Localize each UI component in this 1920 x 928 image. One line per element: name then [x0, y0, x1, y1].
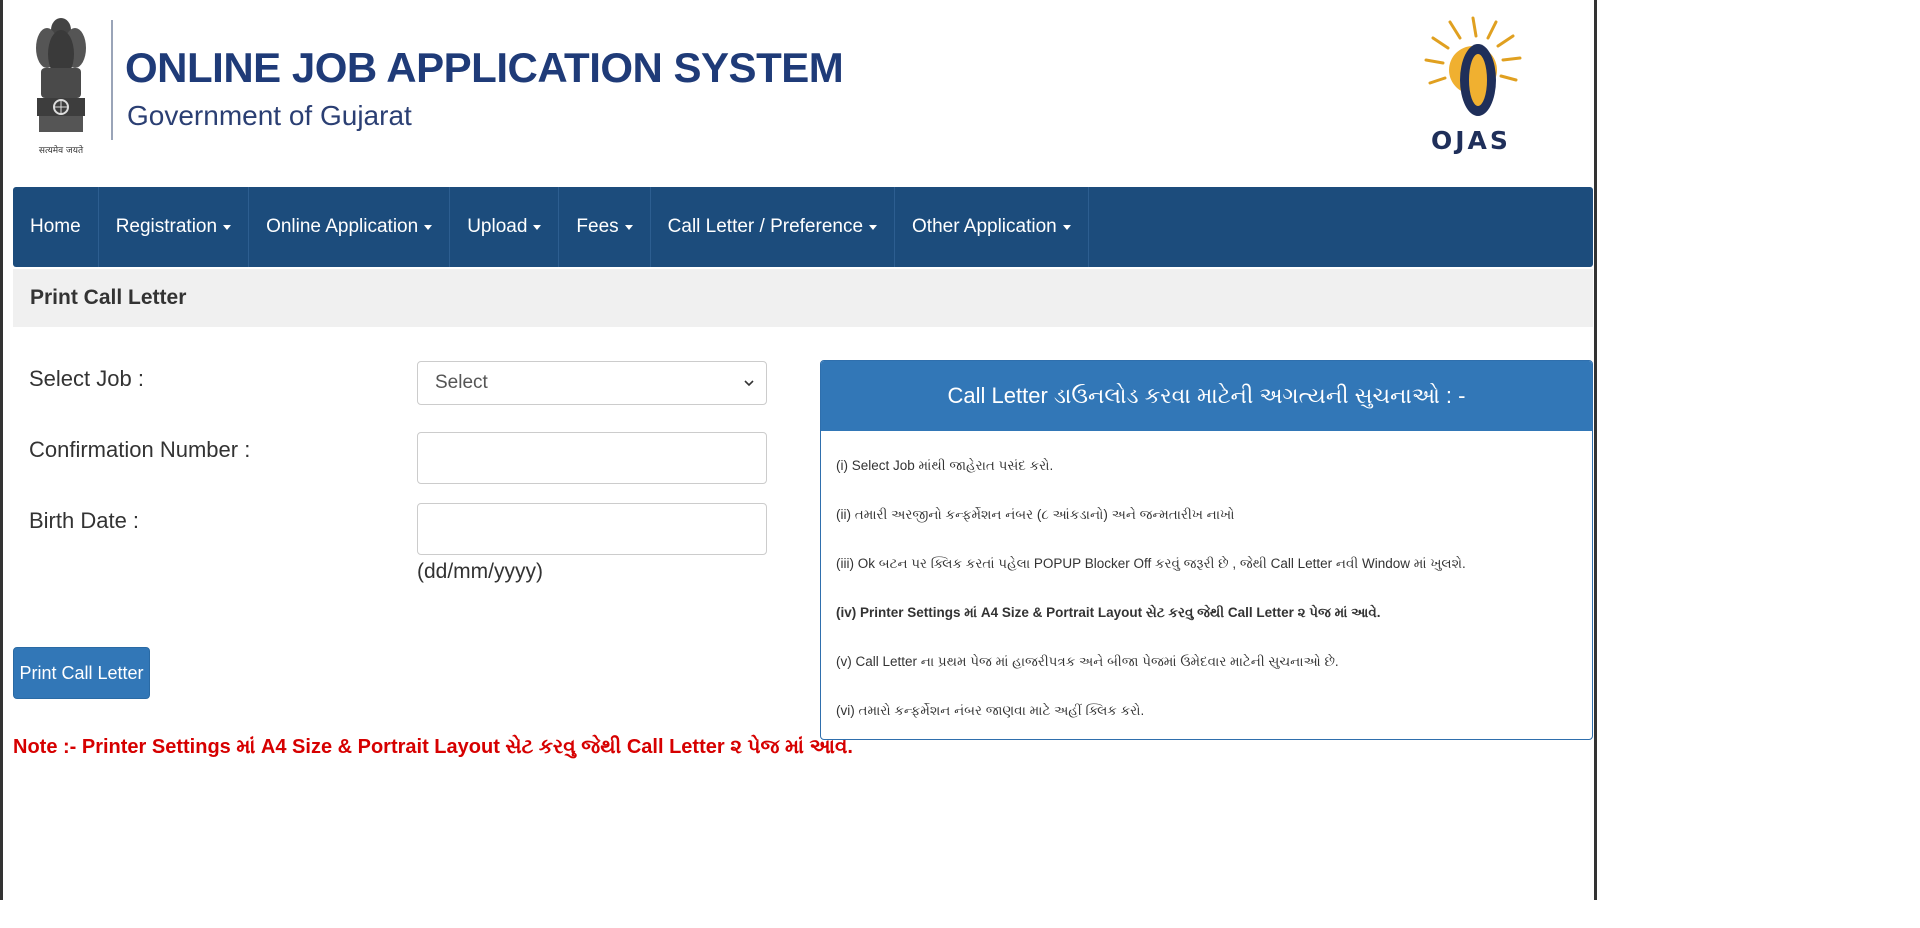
instructions-panel: Call Letter ડાઉનલોડ કરવા માટેની અગત્યની … [820, 360, 1593, 740]
nav-item-label: Other Application [912, 216, 1057, 237]
caret-down-icon [424, 224, 433, 230]
instructions-list: (i) Select Job માંથી જાહેરાત પસંદ કરો. (i… [821, 431, 1592, 739]
caret-down-icon [624, 224, 633, 230]
caret-down-icon [223, 224, 232, 230]
nav-item-label: Online Application [266, 216, 419, 237]
select-job-value: Select [435, 372, 488, 393]
instructions-panel-title: Call Letter ડાઉનલોડ કરવા માટેની અગત્યની … [821, 361, 1592, 431]
instruction-item: (iv) Printer Settings માં A4 Size & Port… [836, 605, 1381, 620]
emblem-motto: सत्यमेव जयते [39, 144, 84, 156]
nav-item-other-application[interactable]: Other Application [895, 187, 1089, 267]
nav-item-label: Fees [576, 216, 619, 237]
birth-date-label: Birth Date : [29, 508, 140, 533]
print-call-letter-button[interactable]: Print Call Letter [13, 647, 150, 699]
birth-date-input[interactable] [417, 503, 767, 555]
nav-item-label: Home [30, 216, 81, 237]
nav-item-home[interactable]: Home [13, 187, 99, 267]
birth-date-format-hint: (dd/mm/yyyy) [417, 560, 543, 583]
instruction-item: (iii) Ok બટન પર ક્લિક કરતાં પહેલા POPUP … [836, 556, 1466, 571]
select-job-label: Select Job : [29, 366, 144, 391]
instruction-item: (ii) તમારી અરજીનો કન્ફર્મેશન નંબર (૮ આંક… [836, 507, 1235, 522]
caret-down-icon [869, 224, 878, 230]
nav-item-label: Registration [115, 216, 218, 237]
header-divider [111, 20, 113, 140]
national-emblem-icon: सत्यमेव जयते [36, 18, 86, 156]
site-title: ONLINE JOB APPLICATION SYSTEM [125, 44, 844, 91]
select-job-dropdown[interactable]: Select [417, 361, 767, 405]
caret-down-icon [533, 224, 542, 230]
printer-note: Note :- Printer Settings માં A4 Size & P… [13, 736, 853, 758]
confirmation-number-label: Confirmation Number : [29, 437, 251, 462]
confirmation-number-input[interactable] [417, 432, 767, 484]
nav-item-online-application[interactable]: Online Application [249, 187, 451, 267]
nav-item-registration[interactable]: Registration [99, 187, 250, 267]
nav-item-label: Call Letter / Preference [667, 216, 864, 237]
nav-item-label: Upload [467, 216, 528, 237]
site-header: सत्यमेव जयते ONLINE JOB APPLICATION SYST… [3, 0, 1594, 185]
caret-down-icon [1062, 224, 1071, 230]
nav-item-upload[interactable]: Upload [450, 187, 560, 267]
main-navbar: Home Registration Online Application Upload… [13, 187, 1593, 267]
section-header: Print Call Letter [13, 269, 1593, 327]
site-subtitle: Government of Gujarat [127, 100, 412, 131]
nav-item-fees[interactable]: Fees [559, 187, 651, 267]
page-frame: सत्यमेव जयते ONLINE JOB APPLICATION SYST… [0, 0, 1597, 900]
page-title: Print Call Letter [30, 286, 187, 309]
chevron-down-icon [744, 380, 754, 387]
instruction-item: (i) Select Job માંથી જાહેરાત પસંદ કરો. [836, 458, 1054, 473]
instruction-item[interactable]: (vi) તમારો કન્ફર્મેશન નંબર જાણવા માટે અહ… [836, 694, 1592, 739]
ojas-logo-text: OJAS [1431, 126, 1511, 155]
nav-item-call-letter-preference[interactable]: Call Letter / Preference [651, 187, 896, 267]
instruction-item: (v) Call Letter ના પ્રથમ પેજ માં હાજરીપત… [836, 654, 1339, 669]
